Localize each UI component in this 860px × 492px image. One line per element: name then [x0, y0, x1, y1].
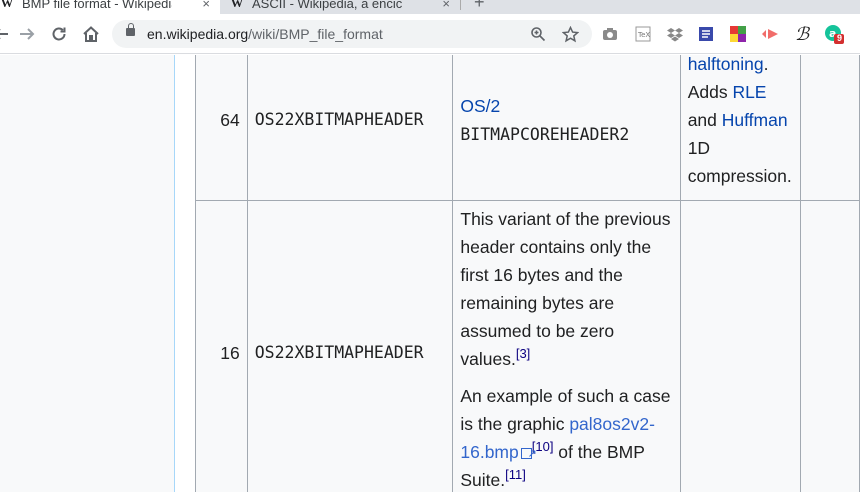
camera-icon[interactable] [600, 24, 620, 44]
page-content: 64 OS22XBITMAPHEADER OS/2 BITMAPCOREHEAD… [0, 55, 860, 492]
address-bar[interactable]: en.wikipedia.org/wiki/BMP_file_format [112, 20, 592, 48]
rle-link[interactable]: RLE [732, 82, 766, 102]
tab-title: ASCII - Wikipedia, a encic [252, 0, 402, 11]
lock-icon [126, 23, 135, 36]
header-name-cell: OS22XBITMAPHEADER [246, 55, 454, 201]
tex-icon[interactable]: TeX [633, 24, 653, 44]
header-size-cell: 64 [195, 55, 248, 201]
halftoning-link[interactable]: halftoning [688, 55, 764, 74]
browser-toolbar: en.wikipedia.org/wiki/BMP_file_format Te… [0, 14, 860, 54]
reference-3-link[interactable]: [3] [516, 346, 530, 361]
os2-link[interactable]: OS/2 [460, 96, 500, 116]
table-row: 16 OS22XBITMAPHEADER This variant of the… [195, 200, 860, 492]
notes-text: Adds [687, 82, 733, 102]
notes-text: 1D [687, 138, 711, 158]
svg-text:TeX: TeX [637, 31, 650, 39]
wikipedia-favicon-icon: W [1, 0, 13, 10]
table-row: 64 OS22XBITMAPHEADER OS/2 BITMAPCOREHEAD… [195, 55, 860, 201]
cast-icon[interactable] [760, 24, 780, 44]
home-button[interactable] [78, 21, 104, 47]
back-arrow-icon [0, 29, 8, 39]
reload-button[interactable] [46, 21, 72, 47]
example-description: An example of such a case is the graphic… [460, 382, 672, 492]
os-support-cell: This variant of the previous header cont… [452, 200, 681, 492]
external-link-icon [520, 440, 537, 468]
forward-arrow-icon [20, 28, 35, 40]
extra-cell [799, 55, 860, 201]
close-tab-icon[interactable]: × [202, 0, 210, 11]
back-button[interactable] [0, 21, 14, 47]
notes-icon[interactable] [696, 24, 716, 44]
reference-11-link[interactable]: [11] [505, 467, 526, 482]
close-tab-icon[interactable]: × [442, 0, 450, 11]
notes-text: and [687, 110, 722, 130]
tab-ascii[interactable]: W ASCII - Wikipedia, a encic × [222, 0, 460, 14]
tab-separator [460, 0, 461, 10]
url-text[interactable]: en.wikipedia.org/wiki/BMP_file_format [147, 26, 383, 42]
dib-header-table: 64 OS22XBITMAPHEADER OS/2 BITMAPCOREHEAD… [195, 55, 860, 492]
header-name-cell: OS22XBITMAPHEADER [246, 200, 454, 492]
wikipedia-favicon-icon: W [231, 0, 243, 10]
tab-title: BMP file format - Wikipedia [22, 0, 172, 11]
forward-button[interactable] [14, 21, 40, 47]
struct-name: BITMAPCOREHEADER2 [460, 124, 630, 144]
notes-cell: halftoning. Adds RLE and Huffman 1D comp… [679, 55, 801, 201]
huffman-link[interactable]: Huffman [722, 110, 788, 130]
notes-cell [679, 200, 801, 492]
left-sidebar [0, 55, 174, 492]
reload-icon [52, 27, 66, 41]
extra-cell [799, 200, 860, 492]
color-grid-icon[interactable] [728, 24, 748, 44]
notes-text: compression. [687, 166, 792, 186]
new-tab-button[interactable]: + [474, 0, 485, 13]
content-border [174, 55, 175, 492]
dropbox-icon[interactable] [665, 24, 685, 44]
tab-bmp-file-format[interactable]: W BMP file format - Wikipedia × [0, 0, 220, 14]
grammarly-icon[interactable]: a 9 [824, 24, 844, 44]
variant-description: This variant of the previous header cont… [460, 205, 672, 373]
home-icon [83, 26, 99, 42]
bookmark-star-icon[interactable] [560, 24, 580, 44]
notes-text: . [763, 55, 769, 74]
grammarly-badge-count: 9 [837, 33, 843, 43]
header-size-cell: 16 [195, 200, 248, 492]
beta-icon[interactable]: ℬ [792, 24, 812, 45]
paragraph-text: This variant of the previous header cont… [460, 209, 671, 369]
os-support-cell: OS/2 BITMAPCOREHEADER2 [452, 55, 681, 201]
tab-strip: W BMP file format - Wikipedia × W ASCII … [0, 0, 860, 14]
zoom-icon[interactable] [528, 24, 548, 44]
